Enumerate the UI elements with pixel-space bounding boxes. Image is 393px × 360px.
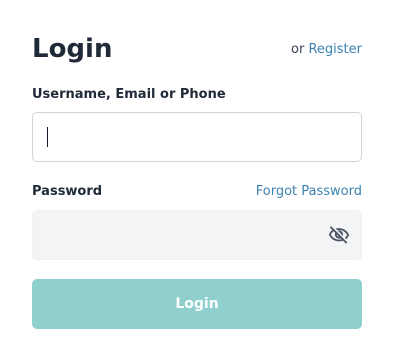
page-title: Login: [32, 34, 113, 64]
text-cursor: [47, 127, 48, 147]
username-label: Username, Email or Phone: [32, 87, 226, 102]
password-input[interactable]: [32, 210, 362, 260]
login-header: Login or Register: [32, 24, 362, 78]
username-input[interactable]: [32, 112, 362, 162]
register-link[interactable]: Register: [308, 42, 362, 57]
register-prompt: or Register: [291, 41, 362, 59]
eye-off-icon[interactable]: [328, 224, 350, 246]
password-label: Password: [32, 184, 103, 199]
or-text: or: [291, 42, 305, 57]
login-button[interactable]: Login: [32, 279, 362, 329]
forgot-password-link[interactable]: Forgot Password: [256, 183, 362, 201]
login-form: Login or Register Username, Email or Pho…: [32, 24, 362, 329]
